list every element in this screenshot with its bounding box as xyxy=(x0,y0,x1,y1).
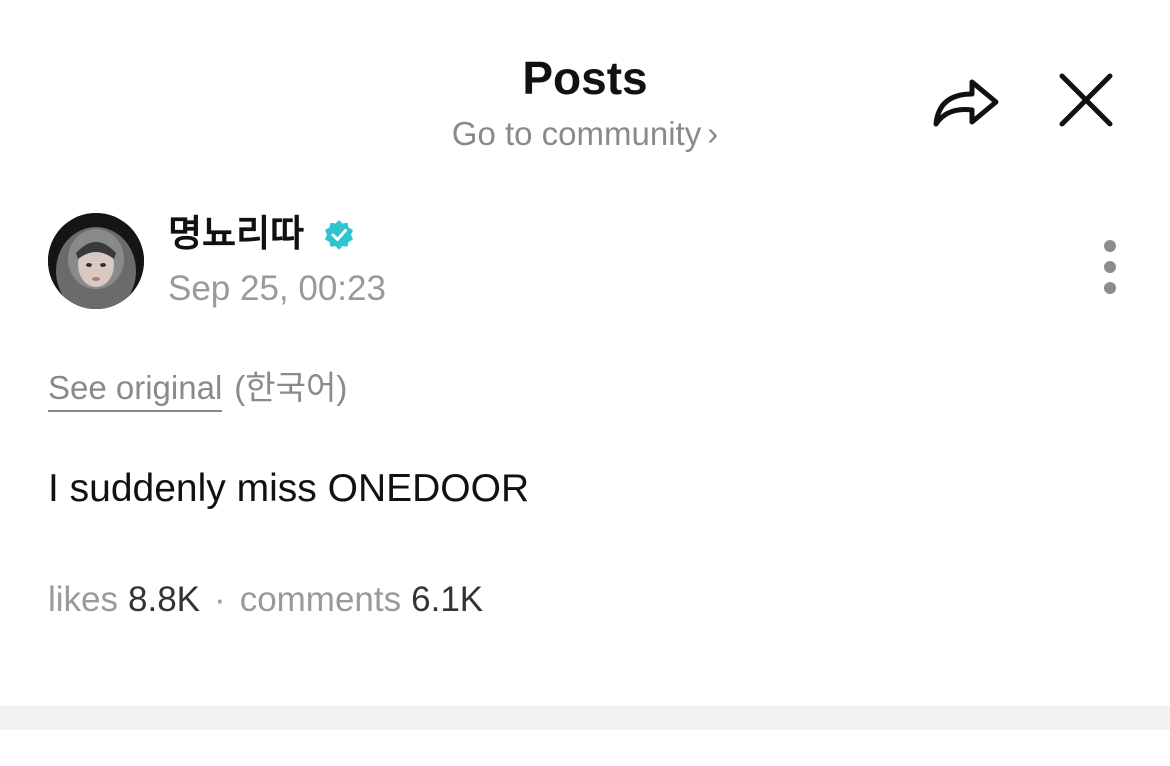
post-timestamp: Sep 25, 00:23 xyxy=(168,269,386,308)
section-divider xyxy=(0,706,1170,730)
more-options-button[interactable] xyxy=(1090,238,1130,300)
see-original-link[interactable]: See original xyxy=(48,369,223,412)
share-arrow-icon xyxy=(933,79,999,127)
close-icon xyxy=(1059,73,1113,127)
original-language-label: (한국어) xyxy=(234,369,348,406)
post-content: I suddenly miss ONEDOOR xyxy=(48,467,530,510)
avatar[interactable] xyxy=(48,213,144,309)
verified-badge-icon xyxy=(325,220,353,250)
community-link-label: Go to community xyxy=(451,115,702,152)
likes-label[interactable]: likes xyxy=(48,580,118,619)
comments-label[interactable]: comments xyxy=(240,580,401,619)
header: Posts Go to community › xyxy=(0,0,1170,180)
comments-count: 6.1K xyxy=(411,580,484,619)
author-name[interactable]: 명뇨리따 xyxy=(168,210,304,258)
avatar-image xyxy=(48,213,144,309)
post-stats: likes 8.8K · comments 6.1K xyxy=(48,577,483,623)
stats-separator: · xyxy=(214,580,226,619)
more-vertical-icon-dot xyxy=(1104,282,1116,294)
chevron-right-icon: › xyxy=(707,115,719,152)
more-vertical-icon-dot xyxy=(1104,261,1116,273)
close-button[interactable] xyxy=(1054,70,1118,134)
more-vertical-icon-dot xyxy=(1104,240,1116,252)
share-button[interactable] xyxy=(928,68,1004,132)
translation-row: See original (한국어) xyxy=(48,366,348,412)
likes-count: 8.8K xyxy=(128,580,201,619)
